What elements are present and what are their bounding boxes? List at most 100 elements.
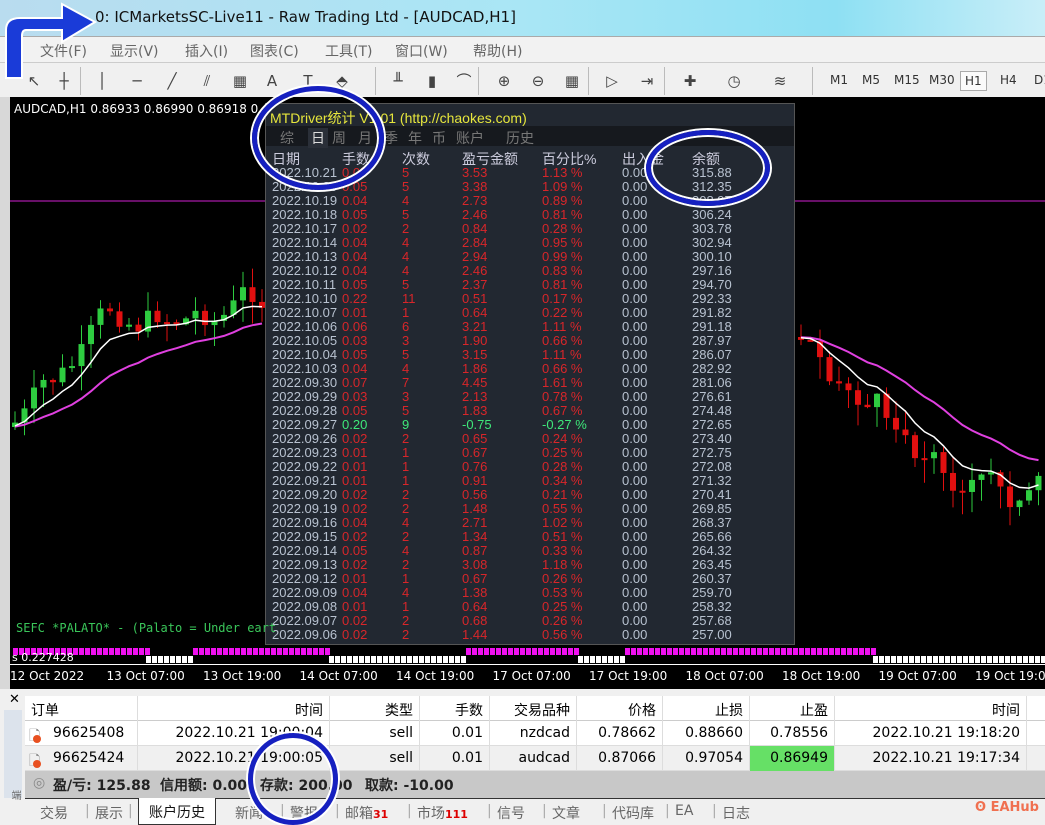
bottom-tab[interactable]: 邮箱31 | xyxy=(345,803,412,823)
bottom-tabs: 交易 | 展示 | 账户历史 新闻 | 警报 | 邮箱31 | 市场111 | 信号 | 文章 | 代码库 | EA |… xyxy=(25,798,1045,825)
bottom-tab[interactable]: 交易 | xyxy=(40,803,90,823)
clock-icon[interactable]: ◷ xyxy=(722,69,746,93)
orders-column-header[interactable]: 订单 xyxy=(25,696,138,721)
stats-cell: 1 xyxy=(402,599,410,614)
text-icon[interactable]: A xyxy=(260,69,284,93)
time-label: 14 Oct 07:00 xyxy=(299,669,378,683)
indicator-bar xyxy=(353,656,358,663)
fibonacci-icon[interactable]: ⫽ xyxy=(195,69,219,93)
stats-cell: 2022.09.28 xyxy=(272,403,338,418)
orders-column-header[interactable]: 时间 xyxy=(835,696,1027,721)
stats-tab[interactable]: 账户 xyxy=(456,128,484,148)
stats-cell: 0.00 xyxy=(622,501,648,516)
zoom-out-icon[interactable]: ⊖ xyxy=(526,69,550,93)
templates-icon[interactable]: ≋ xyxy=(768,69,792,93)
indicator-bar xyxy=(455,656,460,663)
indicator-bar xyxy=(673,648,678,655)
orders-column-header[interactable]: 手数 xyxy=(420,696,490,721)
tab-badge: 31 xyxy=(373,808,389,821)
stats-cell: 0.00 xyxy=(622,613,648,628)
timeframe-h4[interactable]: H4 xyxy=(996,71,1021,89)
menu-item[interactable]: 窗口(W) xyxy=(395,41,448,61)
orders-column-header[interactable]: 止损 xyxy=(663,696,750,721)
stats-cell: 0.00 xyxy=(622,585,648,600)
line-chart-icon[interactable]: ⌒ xyxy=(452,69,476,93)
stats-cell: 0.56 % xyxy=(542,627,583,642)
bottom-tab[interactable]: 展示 | xyxy=(95,803,133,823)
indicator-bar xyxy=(751,648,756,655)
stats-tab[interactable]: 年 xyxy=(408,128,422,148)
order-cell: 96625424 xyxy=(25,746,138,771)
bottom-tab[interactable]: 代码库 | xyxy=(612,803,670,823)
indicator-bar xyxy=(703,648,708,655)
stats-tab[interactable]: 币 xyxy=(432,128,446,148)
zoom-in-icon[interactable]: ⊕ xyxy=(492,69,516,93)
timeframe-d1[interactable]: D1 xyxy=(1030,71,1045,89)
candle xyxy=(78,344,85,367)
bottom-tab[interactable]: 文章 | xyxy=(552,803,607,823)
autoscroll-icon[interactable]: ▷ xyxy=(600,69,624,93)
order-row[interactable]: 🗋966254242022.10.21 19:00:05sell0.01audc… xyxy=(25,746,1045,771)
orders-column-header[interactable]: 类型 xyxy=(330,696,420,721)
menu-item[interactable]: 插入(I) xyxy=(185,41,228,61)
new-order-icon[interactable]: ✚ xyxy=(678,69,702,93)
stats-cell: 2.71 xyxy=(462,515,488,530)
stats-cell: 2 xyxy=(402,487,410,502)
indicator-bar xyxy=(389,656,394,663)
chart-shift-icon[interactable]: ⇥ xyxy=(635,69,659,93)
stats-cell: 0.00 xyxy=(622,529,648,544)
indicator-bar xyxy=(631,648,636,655)
stats-cell: 0.21 % xyxy=(542,487,583,502)
stats-cell: 0.00 xyxy=(622,389,648,404)
tile-windows-icon[interactable]: ▦ xyxy=(560,69,584,93)
stats-cell: 0.22 xyxy=(342,291,368,306)
bottom-tab[interactable]: 账户历史 xyxy=(138,798,216,825)
orders-column-header[interactable]: 时间 xyxy=(138,696,330,721)
candle xyxy=(1026,490,1032,501)
orders-column-header[interactable]: 交易品种 xyxy=(490,696,577,721)
indicator-bar xyxy=(295,648,300,655)
menu-item[interactable]: 显示(V) xyxy=(110,41,159,61)
horizontal-line-icon[interactable]: ─ xyxy=(125,69,149,93)
order-cell: 0.87066 xyxy=(577,746,663,771)
indicator-bar xyxy=(769,648,774,655)
bottom-tab[interactable]: 日志 xyxy=(722,803,750,823)
orders-column-header[interactable]: 止盈 xyxy=(750,696,835,721)
indicator-bar xyxy=(301,648,306,655)
bottom-tab[interactable]: EA | xyxy=(675,803,717,819)
timeframe-h1[interactable]: H1 xyxy=(960,71,987,91)
close-icon[interactable]: ✕ xyxy=(9,692,20,707)
menu-item[interactable]: 工具(T) xyxy=(325,41,372,61)
candle xyxy=(893,417,899,430)
indicator-bar xyxy=(307,648,312,655)
indicator-bar xyxy=(915,656,920,663)
fibo-fan-icon[interactable]: ▦ xyxy=(228,69,252,93)
order-cell: 96625408 xyxy=(25,721,138,746)
candle xyxy=(1007,486,1013,508)
bottom-tab[interactable]: 信号 | xyxy=(497,803,547,823)
terminal-side-tab[interactable]: 终端 xyxy=(4,710,35,800)
indicator-bar xyxy=(1029,656,1034,663)
timeframe-m5[interactable]: M5 xyxy=(858,71,884,89)
bar-chart-icon[interactable]: ╨ xyxy=(386,69,410,93)
stats-cell: 0.81 % xyxy=(542,207,583,222)
stats-cell: 2022.10.19 xyxy=(272,193,338,208)
order-row[interactable]: 🗋966254082022.10.21 19:00:04sell0.01nzdc… xyxy=(25,721,1045,746)
stats-cell: 0.25 % xyxy=(542,445,583,460)
candle xyxy=(154,310,161,323)
trendline-icon[interactable]: ╱ xyxy=(160,69,184,93)
candle-chart-icon[interactable]: ▮ xyxy=(420,69,444,93)
orders-column-header[interactable]: 价格 xyxy=(577,696,663,721)
menu-item[interactable]: 帮助(H) xyxy=(473,41,522,61)
menu-item[interactable]: 图表(C) xyxy=(250,41,299,61)
stats-tab[interactable]: 季 xyxy=(384,128,398,148)
indicator-bar xyxy=(578,656,583,663)
stats-tab[interactable]: 历史 xyxy=(506,128,534,148)
timeframe-m1[interactable]: M1 xyxy=(826,71,852,89)
indicator-bar xyxy=(602,656,607,663)
timeframe-m30[interactable]: M30 xyxy=(925,71,959,89)
indicator-bar xyxy=(205,648,210,655)
stats-cell: 2022.09.21 xyxy=(272,473,338,488)
timeframe-m15[interactable]: M15 xyxy=(890,71,924,89)
bottom-tab[interactable]: 市场111 | xyxy=(417,803,492,823)
